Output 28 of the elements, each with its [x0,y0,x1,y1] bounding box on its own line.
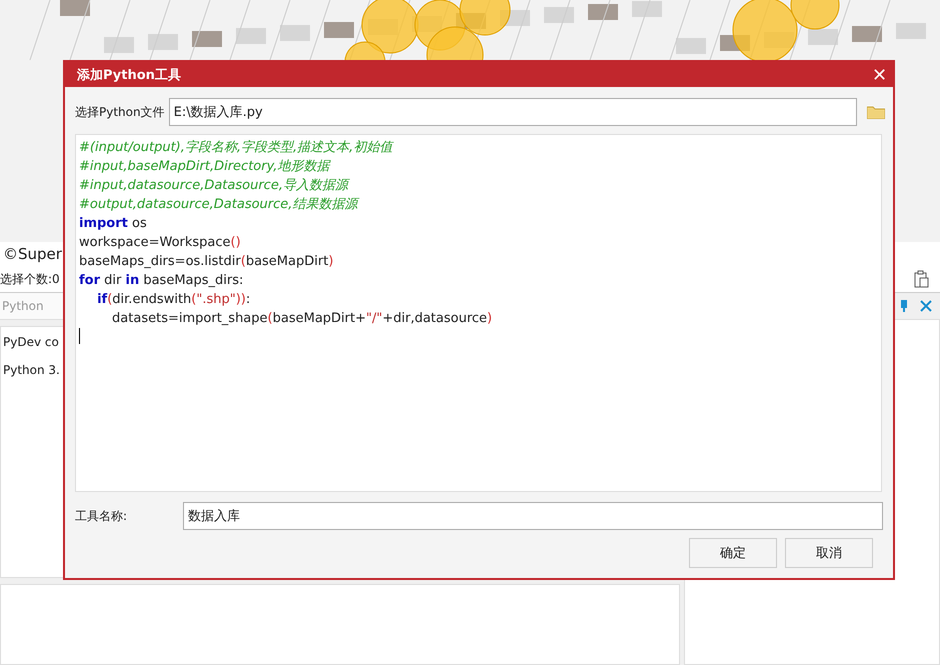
console-line: Python 3. [3,363,60,377]
cancel-button[interactable]: 取消 [785,538,873,568]
folder-icon[interactable] [867,105,885,119]
tool-name-field[interactable]: 数据入库 [183,502,883,530]
code-line: datasets=import_shape(baseMapDirt+"/"+dir,datasource) [111,310,494,328]
code-line: if(dir.endswith(".shp")): [96,291,252,309]
ok-button[interactable]: 确定 [689,538,777,568]
selection-count: 选择个数:0 [0,270,60,288]
code-line: for dir in baseMaps_dirs: [79,272,244,290]
code-line: #output,datasource,Datasource,结果数据源 [79,196,360,214]
close-button[interactable]: ✕ [872,64,887,86]
code-line: #input,baseMapDirt,Directory,地形数据 [79,158,332,176]
code-editor[interactable] [75,134,882,492]
file-path-field[interactable]: E:\数据入库.py [168,98,857,126]
pin-icon[interactable] [900,300,908,312]
code-line: baseMaps_dirs=os.listdir(baseMapDirt) [79,253,334,271]
copyright-text: ©Super [3,245,62,263]
console-line: PyDev co [3,335,59,349]
code-line: #(input/output),字段名称,字段类型,描述文本,初始值 [79,139,395,157]
close-icon[interactable] [920,300,932,312]
text-cursor [79,328,80,344]
code-line: workspace=Workspace() [79,234,242,252]
file-label: 选择Python文件 [75,104,165,120]
code-line: import os [79,215,148,233]
dialog-title: 添加Python工具 [77,66,181,84]
code-line: #input,datasource,Datasource,导入数据源 [79,177,351,195]
tool-name-label: 工具名称: [75,508,128,524]
clipboard-icon[interactable] [914,270,930,288]
